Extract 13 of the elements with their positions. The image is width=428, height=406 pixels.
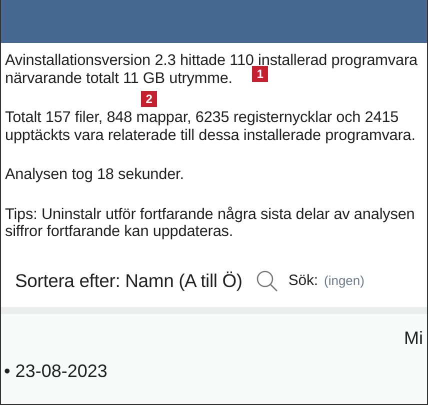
info-text: Totalt 157 filer, 848 mappar, 6235 registernycklar och 2415 <box>5 109 399 126</box>
date-text: • 23-08-2023 <box>3 360 108 382</box>
sort-label[interactable]: Sortera efter: Namn (A till Ö) <box>15 270 242 292</box>
search-icon[interactable] <box>256 270 278 292</box>
callout-marker: 1 <box>252 66 268 82</box>
callout-marker: 2 <box>141 91 157 107</box>
info-text: Tips: Uninstalr utför fortfarande några sista delar av analysen <box>5 206 415 223</box>
info-text: närvarande totalt 11 GB utrymme. <box>5 70 232 87</box>
column-text: Mi <box>404 328 423 348</box>
info-text: siffror fortfarande kan uppdateras. <box>5 223 234 240</box>
info-text: upptäckts vara relaterade till dessa installerade programvara. <box>5 126 416 144</box>
search-label: Sök: <box>288 272 318 289</box>
info-text: Analysen tog 18 sekunder. <box>5 166 184 184</box>
